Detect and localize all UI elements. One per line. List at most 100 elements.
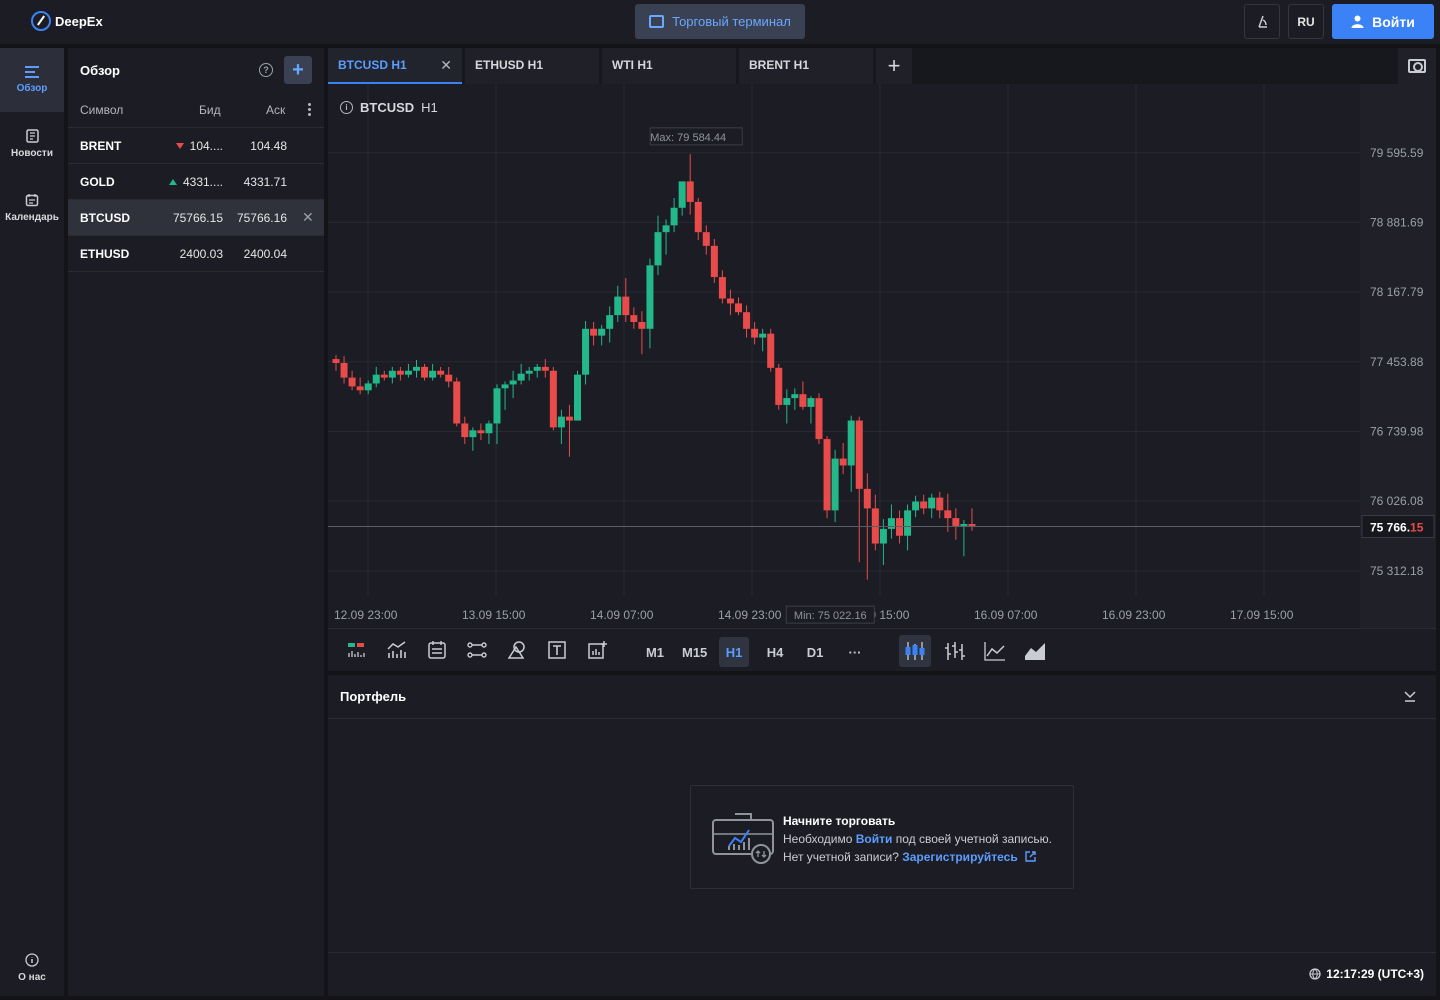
- nav-item-news[interactable]: Новости: [0, 112, 64, 176]
- portfolio-panel: Портфель Начните торговать Необходимо Во…: [328, 675, 1436, 996]
- watchlist-row[interactable]: BTCUSD 75766.15 75766.16 ✕: [68, 200, 324, 236]
- add-tab-button[interactable]: +: [876, 48, 912, 84]
- trading-terminal-button[interactable]: Торговый терминал: [635, 4, 805, 39]
- volume-indicator-icon[interactable]: [344, 637, 370, 663]
- events-calendar-icon[interactable]: [424, 637, 450, 663]
- timeframe-m1[interactable]: M1: [640, 637, 670, 667]
- empty-title: Начните торговать: [783, 814, 896, 828]
- candle-body: [622, 296, 630, 316]
- tab-brent[interactable]: BRENT H1: [739, 48, 873, 84]
- candle-body: [501, 384, 509, 389]
- collapse-icon[interactable]: [1404, 689, 1416, 703]
- watchlist-row[interactable]: BRENT 104.... 104.48: [68, 128, 324, 164]
- x-tick-label: 16.09 23:00: [1102, 608, 1166, 622]
- watchlist-row[interactable]: ETHUSD 2400.03 2400.04: [68, 236, 324, 272]
- chart-settings-icon[interactable]: [584, 637, 610, 663]
- add-symbol-button[interactable]: +: [284, 56, 312, 84]
- candle-body: [646, 265, 654, 329]
- x-tick-label: 13.09 15:00: [462, 608, 526, 622]
- candle-body: [944, 510, 952, 519]
- row-bid-value: 4331....: [182, 175, 223, 189]
- login-prompt-suffix: под своей учетной записью.: [892, 832, 1052, 846]
- candle-body: [413, 366, 420, 371]
- y-tick-label: 76 026.08: [1370, 494, 1424, 508]
- top-bar: DeepEx Торговый терминал RU Войти: [0, 0, 1440, 44]
- help-icon[interactable]: ?: [259, 63, 273, 77]
- screenshot-button[interactable]: [1398, 48, 1436, 84]
- tab-btcusd[interactable]: BTCUSD H1 ✕: [328, 48, 462, 84]
- tab-ethusd[interactable]: ETHUSD H1: [465, 48, 599, 84]
- timeframe-d1[interactable]: D1: [800, 637, 830, 667]
- candle-body: [735, 303, 742, 313]
- candle-body: [839, 458, 847, 466]
- chart-tabs: BTCUSD H1 ✕ ETHUSD H1 WTI H1 BRENT H1 +: [328, 48, 1436, 84]
- close-icon[interactable]: ✕: [440, 57, 452, 74]
- theme-toggle-button[interactable]: [1244, 4, 1280, 39]
- price-chart[interactable]: 79 595.59 78 881.69 78 167.79 77 453.88 76 7…: [328, 84, 1436, 628]
- min-marker-label: Min: 75 022.16: [794, 610, 867, 622]
- y-tick-label: 78 167.79: [1370, 285, 1424, 299]
- timeframe-m15[interactable]: M15: [677, 637, 712, 667]
- language-button[interactable]: RU: [1288, 4, 1324, 39]
- shapes-icon[interactable]: [504, 637, 530, 663]
- nav-item-calendar[interactable]: Календарь: [0, 176, 64, 240]
- text-tool-icon[interactable]: [544, 637, 570, 663]
- column-ask[interactable]: Аск: [266, 103, 285, 117]
- row-ask: 4331.71: [243, 175, 287, 189]
- more-vertical-icon[interactable]: [308, 103, 311, 117]
- tab-label: BRENT H1: [749, 58, 810, 72]
- status-bar: 12:17:29 (UTC+3): [328, 952, 1436, 996]
- timeframe-h1[interactable]: H1: [719, 637, 749, 667]
- chart-symbol: BTCUSD: [360, 100, 415, 115]
- watchlist-columns: Символ Бид Аск: [68, 92, 324, 128]
- external-link-icon[interactable]: [1024, 850, 1037, 863]
- candle-body: [791, 394, 799, 399]
- register-link[interactable]: Зарегистрируйтесь: [902, 850, 1018, 864]
- remove-row-icon[interactable]: ✕: [302, 209, 314, 226]
- candle-body: [364, 383, 372, 391]
- login-link[interactable]: Войти: [856, 832, 893, 846]
- area-chart-icon[interactable]: [1019, 635, 1051, 667]
- info-icon[interactable]: i: [340, 101, 353, 114]
- login-prompt-prefix: Необходимо: [783, 832, 856, 846]
- candle-body: [654, 232, 662, 266]
- candle-body: [807, 398, 815, 407]
- line-tool-icon[interactable]: [464, 637, 490, 663]
- row-symbol: GOLD: [80, 175, 115, 189]
- ohlc-bars-icon[interactable]: [939, 635, 971, 667]
- more-timeframes-button[interactable]: ···: [840, 637, 870, 667]
- chart-panel: BTCUSD H1 ✕ ETHUSD H1 WTI H1 BRENT H1 + …: [328, 48, 1436, 671]
- register-prompt: Нет учетной записи? Зарегистрируйтесь: [783, 848, 1052, 866]
- row-symbol: ETHUSD: [80, 247, 130, 261]
- candle-body: [557, 416, 565, 428]
- candle-body: [670, 207, 678, 226]
- candle-body: [759, 333, 767, 338]
- row-ask: 2400.04: [243, 247, 287, 261]
- candlestick-type-icon[interactable]: [899, 635, 931, 667]
- calendar-icon: [25, 194, 39, 207]
- line-chart-icon[interactable]: [979, 635, 1011, 667]
- indicators-icon[interactable]: [384, 637, 410, 663]
- login-button[interactable]: Войти: [1332, 4, 1434, 39]
- candle-body: [469, 430, 477, 438]
- max-marker-label: Max: 79 584.44: [650, 132, 726, 144]
- timeframe-h4[interactable]: H4: [760, 637, 790, 667]
- watchlist-row[interactable]: GOLD 4331.... 4331.71: [68, 164, 324, 200]
- candle-body: [767, 333, 775, 368]
- list-add-icon: [25, 66, 39, 78]
- tab-wti[interactable]: WTI H1: [602, 48, 736, 84]
- candle-body: [477, 430, 485, 434]
- column-bid[interactable]: Бид: [199, 103, 221, 117]
- column-symbol[interactable]: Символ: [80, 103, 123, 117]
- register-prompt-prefix: Нет учетной записи?: [783, 850, 903, 864]
- candle-body: [565, 416, 573, 421]
- app-logo[interactable]: DeepEx: [31, 11, 103, 31]
- nav-item-overview[interactable]: Обзор: [0, 48, 64, 112]
- nav-item-about[interactable]: О нас: [0, 936, 64, 1000]
- candle-body: [904, 510, 912, 536]
- news-icon: [26, 129, 39, 143]
- candle-body: [920, 501, 928, 509]
- price-up-icon: [168, 179, 177, 185]
- candle-body: [582, 328, 590, 375]
- row-ask: 75766.16: [236, 211, 287, 225]
